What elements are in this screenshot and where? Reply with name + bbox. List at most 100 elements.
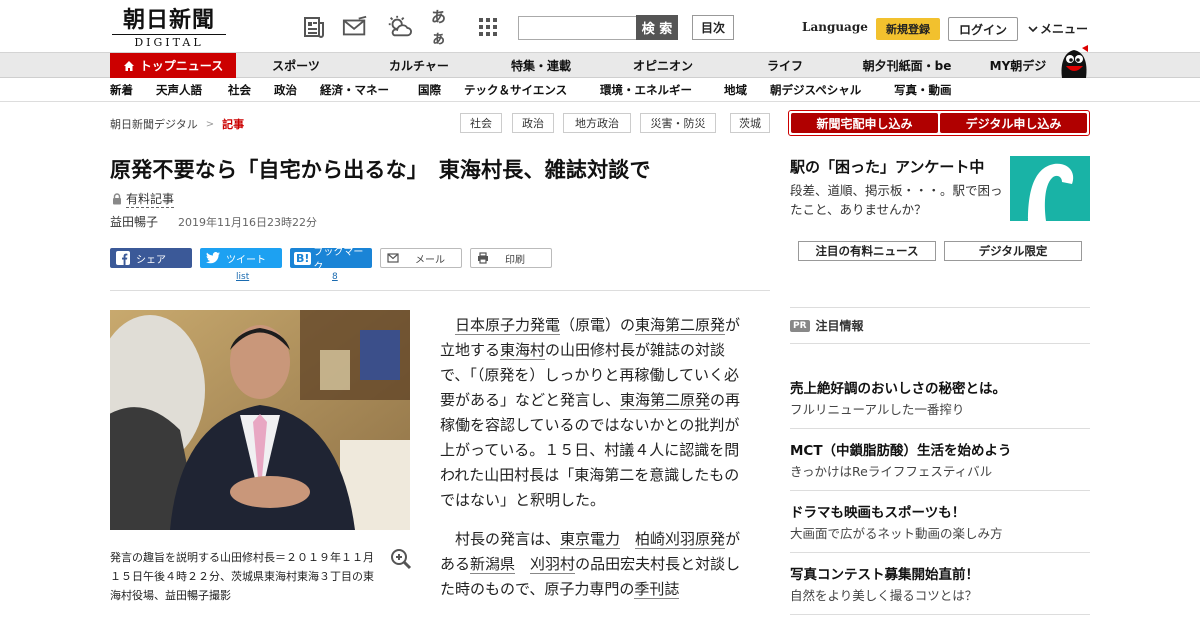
nav-sports[interactable]: スポーツ — [250, 53, 342, 78]
login-button[interactable]: ログイン — [948, 17, 1018, 41]
subscription-box: 新聞宅配申し込み デジタル申し込み — [788, 110, 1090, 136]
pr-subtext: 大画面で広がるネット動画の楽しみ方 — [790, 526, 1003, 541]
nav-my-asadigi[interactable]: MY朝デジ — [982, 53, 1054, 78]
divider — [790, 490, 1090, 491]
facebook-icon — [116, 251, 130, 265]
publish-date: 2019年11月16日23時22分 — [178, 216, 317, 229]
keyword-link[interactable]: 東京電力 — [560, 530, 621, 549]
twitter-share-button[interactable]: ツイート — [200, 248, 282, 268]
subnav-item[interactable]: 新着 — [110, 78, 133, 101]
subnav-item[interactable]: 社会 — [228, 78, 251, 101]
share-label: 印刷 — [505, 254, 525, 266]
language-link[interactable]: Language — [802, 20, 868, 34]
divider — [790, 307, 1090, 308]
keyword-link[interactable]: 柏崎刈羽原発 — [635, 530, 726, 549]
menu-button[interactable]: メニュー — [1028, 20, 1088, 37]
keyword-link[interactable]: 新潟県 — [470, 555, 516, 574]
home-icon — [123, 60, 134, 71]
survey-promo-title[interactable]: 駅の「困った」アンケート中 — [790, 156, 984, 177]
paid-article-badge: 有料記事 — [112, 190, 175, 208]
digital-only-button[interactable]: デジタル限定 — [944, 241, 1082, 261]
subnav-item[interactable]: 国際 — [418, 78, 441, 101]
keyword-link[interactable]: 東海村 — [500, 341, 546, 360]
tag-politics[interactable]: 政治 — [512, 113, 554, 133]
nav-label: トップニュース — [139, 59, 224, 73]
tag-ibaraki[interactable]: 茨城 — [730, 113, 770, 133]
digital-subscribe-button[interactable]: デジタル申し込み — [940, 113, 1087, 133]
pr-badge: PR — [790, 319, 810, 332]
keyword-link[interactable]: 日本原子力発電 — [455, 316, 561, 335]
pr-title: 注目情報 — [815, 319, 864, 333]
subnav-item[interactable]: 経済・マネー — [320, 78, 389, 101]
pr-subtext: きっかけはReライフフェスティバル — [790, 464, 993, 479]
subnav-item[interactable]: 政治 — [274, 78, 297, 101]
search-input[interactable] — [518, 16, 638, 40]
divider — [790, 552, 1090, 553]
breadcrumb-current: 記事 — [222, 118, 245, 131]
pr-list-item[interactable]: 写真コンテスト募集開始直前！ 自然をより美しく撮るコツとは？ — [790, 566, 1090, 604]
main-nav: トップニュース スポーツ カルチャー 特集・連載 オピニオン ライフ 朝夕刊紙面… — [0, 52, 1200, 78]
subnav-item[interactable]: 写真・動画 — [894, 78, 952, 101]
home-delivery-button[interactable]: 新聞宅配申し込み — [791, 113, 938, 133]
keyword-link[interactable]: 季刊誌 — [634, 580, 680, 599]
pr-subtext: フルリニューアルした一番搾り — [790, 402, 965, 417]
tag-society[interactable]: 社会 — [460, 113, 502, 133]
nav-top-news[interactable]: トップニュース — [110, 53, 236, 78]
subnav-item[interactable]: 環境・エネルギー — [600, 78, 692, 101]
subnav-item[interactable]: テック＆サイエンス — [464, 78, 567, 101]
hatena-count-link[interactable]: 8 — [332, 272, 338, 282]
subnav-item[interactable]: 地域 — [724, 78, 747, 101]
paid-label[interactable]: 有料記事 — [126, 190, 175, 208]
app-grid-icon[interactable] — [475, 14, 501, 40]
breadcrumb-root[interactable]: 朝日新聞デジタル — [110, 116, 198, 132]
survey-promo-text[interactable]: 段差、道順、掲示板・・・。駅で困ったこと、ありませんか？ — [790, 181, 1004, 219]
tag-local-politics[interactable]: 地方政治 — [563, 113, 631, 133]
print-button[interactable]: 印刷 — [470, 248, 552, 268]
share-label: ブックマーク — [313, 247, 364, 273]
article-photo[interactable] — [110, 310, 410, 530]
toc-button[interactable]: 目次 — [692, 15, 734, 40]
mail-icon[interactable] — [342, 14, 368, 40]
share-label: シェア — [136, 254, 166, 266]
newspaper-icon[interactable] — [301, 14, 327, 40]
logo-digital: DIGITAL — [112, 34, 226, 49]
hatena-bookmark-button[interactable]: B! ブックマーク — [290, 247, 372, 273]
register-button[interactable]: 新規登録 — [876, 18, 940, 40]
nav-culture[interactable]: カルチャー — [370, 53, 468, 78]
font-size-icon[interactable]: あぁ — [431, 8, 457, 47]
keyword-link[interactable]: 東海第二原発 — [620, 391, 711, 410]
nav-features[interactable]: 特集・連載 — [494, 53, 588, 78]
share-label: メール — [415, 254, 445, 266]
pr-subtext: 自然をより美しく撮るコツとは？ — [790, 588, 978, 603]
keyword-link[interactable]: 刈羽村 — [530, 555, 576, 574]
hatena-icon: B! — [294, 251, 312, 265]
nav-life[interactable]: ライフ — [744, 53, 826, 78]
paragraph: 日本原子力発電（原電）の東海第二原発が立地する東海村の山田修村長が雑誌の対談で、… — [440, 313, 750, 513]
author: 益田暢子 — [110, 215, 159, 229]
subnav-item[interactable]: 天声人語 — [156, 78, 202, 101]
weather-icon[interactable] — [386, 14, 412, 40]
pr-list-item[interactable]: MCT（中鎖脂肪酸）生活を始めよう きっかけはReライフフェスティバル — [790, 442, 1090, 480]
printer-icon — [478, 252, 488, 264]
chevron-down-icon — [1028, 25, 1038, 32]
nav-opinion[interactable]: オピニオン — [616, 53, 710, 78]
pr-headline: MCT（中鎖脂肪酸）生活を始めよう — [790, 443, 1012, 459]
breadcrumb-separator: > — [205, 118, 215, 130]
nav-paper[interactable]: 朝夕刊紙面・be — [852, 53, 962, 78]
mail-share-button[interactable]: メール — [380, 248, 462, 268]
zoom-icon[interactable] — [390, 548, 412, 570]
keyword-link[interactable]: 東海第二原発 — [635, 316, 726, 335]
mascot-icon — [1056, 44, 1092, 80]
asahi-digital-logo[interactable]: 朝日新聞 DIGITAL — [112, 8, 226, 49]
paid-news-button[interactable]: 注目の有料ニュース — [798, 241, 936, 261]
pr-section-header: PR 注目情報 — [790, 317, 864, 334]
pr-list-item[interactable]: 売上絶好調のおいしさの秘密とは。 フルリニューアルした一番搾り — [790, 380, 1090, 418]
facebook-share-button[interactable]: シェア — [110, 248, 192, 268]
twitter-icon — [206, 252, 220, 264]
subnav-item[interactable]: 朝デジスペシャル — [770, 78, 861, 101]
tag-disaster[interactable]: 災害・防災 — [640, 113, 716, 133]
survey-promo-image[interactable] — [1010, 156, 1090, 221]
twitter-count-link[interactable]: list — [236, 272, 249, 282]
pr-list-item[interactable]: ドラマも映画もスポーツも！ 大画面で広がるネット動画の楽しみ方 — [790, 504, 1090, 542]
search-button[interactable]: 検 索 — [636, 15, 678, 40]
